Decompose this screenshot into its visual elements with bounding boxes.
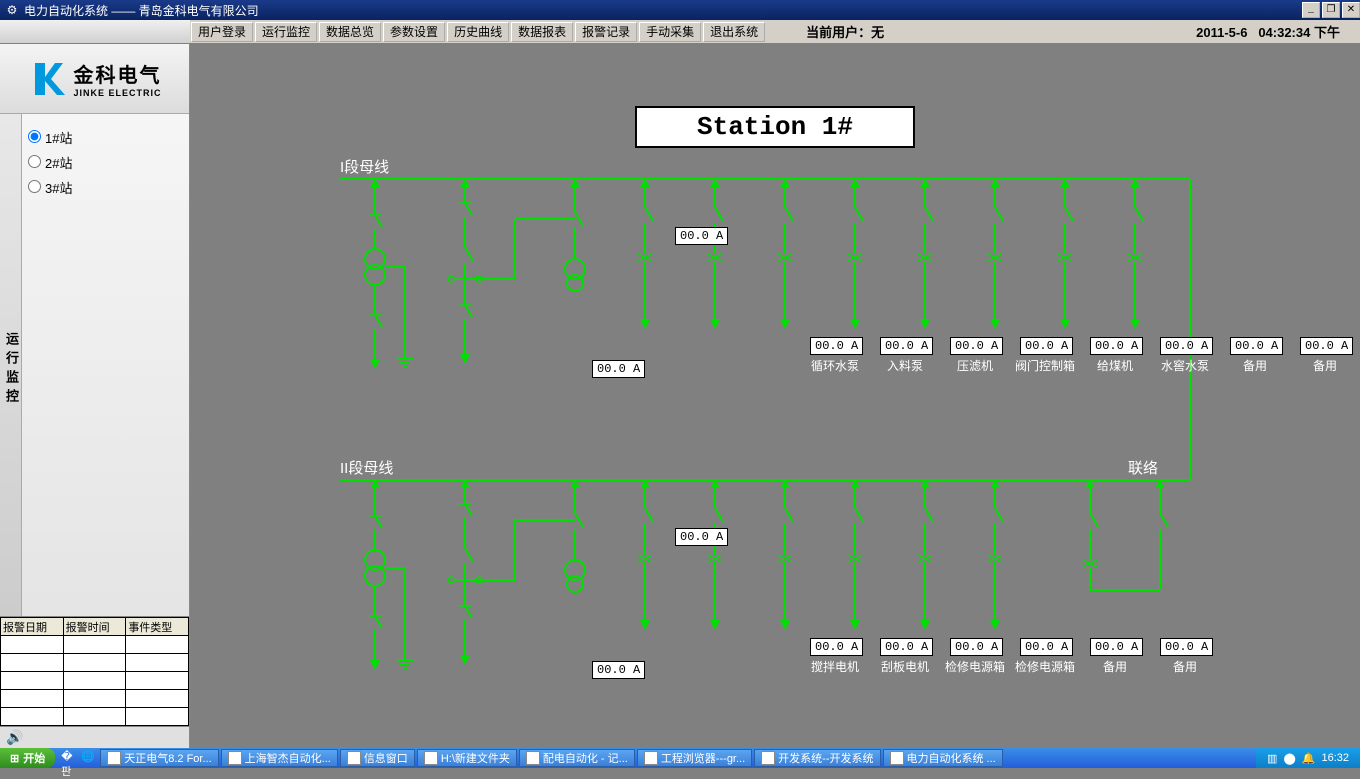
feeder-label: 循环水泵 [811,357,859,374]
taskbar-item[interactable]: 工程浏览器---gr... [637,749,752,767]
tray-icon[interactable]: 🔔 [1302,752,1316,765]
sidebar: 金科电气JINKE ELECTRIC 运行监控 1#站 2#站 3#站 报警日期报警… [0,44,190,748]
menu-手动采集[interactable]: 手动采集 [639,22,701,42]
menu-数据报表[interactable]: 数据报表 [511,22,573,42]
feeder-value: 00.0 A [1090,638,1143,656]
taskbar: ⊞开始 �판 🌐 天正电气8.2 For...上海智杰自动化...信息窗口H:\… [0,748,1360,768]
current-user: 当前用户：无 [806,22,884,41]
diagram-canvas: Station 1# I段母线 II段母线 联络 [190,44,1360,748]
menu-参数设置[interactable]: 参数设置 [383,22,445,42]
feeder-value: 00.0 A [1160,337,1213,355]
bus2-out-value: 00.0 A [675,528,728,546]
datetime-display: 2011-5-6 04:32:34 下午 [1196,22,1360,41]
taskbar-item[interactable]: 上海智杰自动化... [221,749,338,767]
alarm-header: 报警日期 [1,618,64,636]
menu-运行监控[interactable]: 运行监控 [255,22,317,42]
close-button[interactable]: ✕ [1342,2,1360,18]
menu-数据总览[interactable]: 数据总览 [319,22,381,42]
feeder-label: 刮板电机 [881,658,929,675]
feeder-value: 00.0 A [950,638,1003,656]
feeder-value: 00.0 A [1160,638,1213,656]
taskbar-item[interactable]: H:\新建文件夹 [417,749,517,767]
feeder-label: 备用 [1103,658,1127,675]
taskbar-item[interactable]: 电力自动化系统 ... [883,749,1003,767]
feeder-label: 给煤机 [1097,357,1133,374]
nav-section-label: 运行监控 [0,114,22,616]
app-icon: ⚙ [4,2,20,18]
feeder-value: 00.0 A [880,638,933,656]
maximize-button[interactable]: ❐ [1322,2,1340,18]
taskbar-item[interactable]: 天正电气8.2 For... [100,749,218,767]
menu-用户登录[interactable]: 用户登录 [191,22,253,42]
feeder-value: 00.0 A [1090,337,1143,355]
tray-icon[interactable]: ▥ [1267,752,1277,765]
feeder-label: 阀门控制箱 [1015,357,1075,374]
speaker-icon[interactable]: 🔊 [0,726,189,748]
taskbar-item[interactable]: 配电自动化 - 记... [519,749,635,767]
feeder-label: 备用 [1173,658,1197,675]
alarm-header: 报警时间 [63,618,126,636]
window-title: 电力自动化系统 —— 青岛金科电气有限公司 [24,2,259,19]
taskbar-item[interactable]: 开发系统--开发系统 [754,749,880,767]
menu-退出系统[interactable]: 退出系统 [703,22,765,42]
feeder-label: 检修电源箱 [1015,658,1075,675]
feeder-value: 00.0 A [810,638,863,656]
alarm-header: 事件类型 [126,618,189,636]
station-list: 1#站 2#站 3#站 [22,114,189,616]
station-radio-0[interactable]: 1#站 [28,128,183,147]
feeder-label: 入料泵 [887,357,923,374]
bus1-out-value: 00.0 A [675,227,728,245]
feeder-value: 00.0 A [950,337,1003,355]
menu-报警记录[interactable]: 报警记录 [575,22,637,42]
window-titlebar: ⚙ 电力自动化系统 —— 青岛金科电气有限公司 _ ❐ ✕ [0,0,1360,20]
feeder-value: 00.0 A [880,337,933,355]
tray-icon[interactable]: ⬤ [1283,752,1295,765]
feeder-label: 搅拌电机 [811,658,859,675]
feeder-value: 00.0 A [810,337,863,355]
feeder-value: 00.0 A [1230,337,1283,355]
feeder-label: 备用 [1313,357,1337,374]
station-radio-2[interactable]: 3#站 [28,178,183,197]
tray-clock: 16:32 [1321,752,1349,764]
alarm-table: 报警日期报警时间事件类型 [0,616,189,726]
bus2-inc-value: 00.0 A [592,661,645,679]
feeder-value: 00.0 A [1020,337,1073,355]
feeder-value: 00.0 A [1300,337,1353,355]
minimize-button[interactable]: _ [1302,2,1320,18]
system-tray[interactable]: ▥ ⬤ 🔔 16:32 [1256,748,1360,768]
feeder-label: 压滤机 [957,357,993,374]
station-radio-1[interactable]: 2#站 [28,153,183,172]
feeder-label: 检修电源箱 [945,658,1005,675]
feeder-label: 水窖水泵 [1161,357,1209,374]
menu-bar: 用户登录运行监控数据总览参数设置历史曲线数据报表报警记录手动采集退出系统 当前用… [0,20,1360,44]
feeder-label: 备用 [1243,357,1267,374]
start-button[interactable]: ⊞开始 [0,748,55,768]
taskbar-item[interactable]: 信息窗口 [340,749,415,767]
logo: 金科电气JINKE ELECTRIC [0,44,189,114]
feeder-value: 00.0 A [1020,638,1073,656]
bus1-inc-value: 00.0 A [592,360,645,378]
menu-历史曲线[interactable]: 历史曲线 [447,22,509,42]
